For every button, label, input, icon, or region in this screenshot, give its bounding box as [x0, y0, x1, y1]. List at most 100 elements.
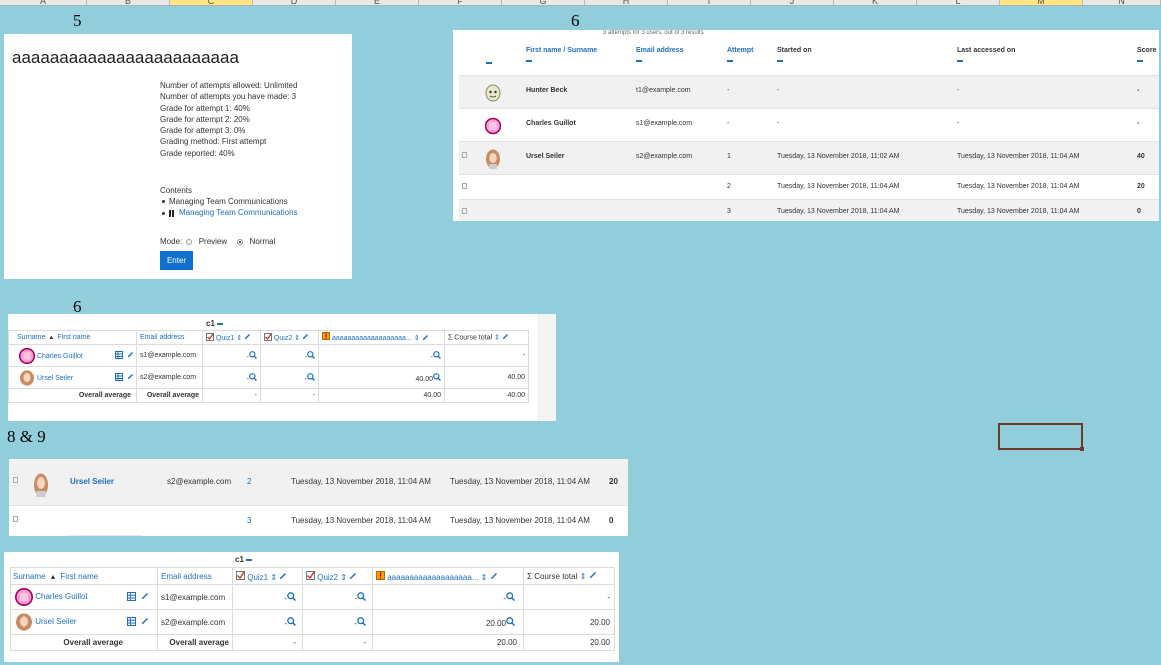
sort-surname[interactable]: Surname	[13, 572, 45, 581]
user-name-link[interactable]: Charles Guillot	[37, 352, 83, 359]
zoom-icon[interactable]	[506, 591, 516, 603]
email-header[interactable]: Email address	[136, 330, 203, 345]
collapse-icon[interactable]	[636, 60, 642, 62]
sort-icon[interactable]: ⇕	[580, 572, 587, 581]
sort-icon[interactable]: ⇕	[294, 334, 300, 341]
attempt-number-link[interactable]: 3	[727, 208, 731, 215]
contents-item-link[interactable]: Managing Team Communications	[162, 207, 298, 218]
grade-cell[interactable]: -	[302, 609, 373, 635]
column-header-d[interactable]: D	[253, 0, 336, 5]
column-header-n[interactable]: N	[1083, 0, 1161, 5]
collapse-icon[interactable]	[1137, 60, 1143, 62]
gradebook-icon[interactable]	[115, 351, 123, 361]
grade-cell[interactable]: -	[372, 584, 524, 610]
row-checkbox[interactable]	[462, 208, 467, 214]
row-checkbox[interactable]	[462, 183, 467, 189]
column-header-c[interactable]: C	[170, 0, 253, 5]
user-name-link[interactable]: Charles Guillot	[35, 592, 87, 601]
user-name-link[interactable]: Hunter Beck	[526, 87, 567, 94]
user-name-link[interactable]: Ursel Seiler	[37, 374, 73, 381]
collapse-icon[interactable]	[245, 558, 252, 561]
grade-cell[interactable]: -	[202, 344, 261, 367]
column-header-e[interactable]: E	[336, 0, 419, 5]
edit-pencil-icon[interactable]	[502, 333, 509, 342]
attempt-number-link[interactable]: 3	[247, 516, 251, 525]
sort-icon[interactable]: ⇕	[494, 334, 500, 341]
mode-normal-radio[interactable]	[237, 238, 244, 245]
sort-icon[interactable]: ⇕	[481, 573, 488, 582]
collapse-icon[interactable]	[777, 60, 783, 62]
column-header-i[interactable]: I	[668, 0, 751, 5]
scrollbar-thumb[interactable]	[69, 535, 142, 536]
grade-cell[interactable]: -	[232, 609, 303, 635]
user-name-link[interactable]: Ursel Seiler	[526, 153, 565, 160]
sort-icon[interactable]: ⇕	[414, 335, 420, 342]
header-name[interactable]: First name / Surname	[526, 47, 597, 54]
column-header-j[interactable]: J	[751, 0, 834, 5]
edit-pencil-icon[interactable]	[244, 333, 251, 342]
column-header-k[interactable]: K	[834, 0, 917, 5]
zoom-icon[interactable]	[249, 372, 257, 383]
sort-firstname[interactable]: First name	[60, 572, 98, 581]
column-header-h[interactable]: H	[585, 0, 668, 5]
sort-icon[interactable]: ⇕	[270, 573, 277, 582]
zoom-icon[interactable]	[506, 616, 516, 628]
column-header-a[interactable]: A	[0, 0, 87, 5]
column-header-l[interactable]: L	[917, 0, 1000, 5]
email-header[interactable]: Email address	[157, 567, 233, 585]
zoom-icon[interactable]	[357, 616, 367, 628]
zoom-icon[interactable]	[249, 350, 257, 361]
edit-pencil-icon[interactable]	[127, 373, 134, 382]
grade-cell[interactable]: -	[302, 584, 373, 610]
sort-surname[interactable]: Surname	[17, 334, 45, 341]
collapse-icon[interactable]	[216, 322, 223, 325]
zoom-icon[interactable]	[307, 372, 315, 383]
user-name-link[interactable]: Ursel Seiler	[35, 617, 76, 626]
user-name-link[interactable]: Charles Guillot	[526, 120, 576, 127]
category-header[interactable]: c1	[206, 319, 223, 328]
zoom-icon[interactable]	[433, 372, 441, 383]
column-header-b[interactable]: B	[87, 0, 170, 5]
mode-preview-radio[interactable]	[186, 238, 193, 245]
sort-icon[interactable]: ⇕	[340, 573, 347, 582]
edit-pencil-icon[interactable]	[490, 572, 498, 582]
quiz2-link[interactable]: Quiz2	[274, 334, 292, 341]
collapse-icon[interactable]	[526, 60, 532, 62]
column-header-g[interactable]: G	[502, 0, 585, 5]
zoom-icon[interactable]	[433, 350, 441, 361]
edit-pencil-icon[interactable]	[141, 592, 149, 602]
row-checkbox[interactable]	[13, 516, 18, 522]
edit-pencil-icon[interactable]	[349, 572, 357, 582]
zoom-icon[interactable]	[287, 591, 297, 603]
collapse-icon[interactable]	[486, 62, 492, 64]
user-name-link[interactable]: Ursel Seiler	[70, 477, 114, 486]
selected-cell[interactable]	[998, 423, 1084, 451]
zoom-icon[interactable]	[357, 591, 367, 603]
column-header-f[interactable]: F	[419, 0, 502, 5]
edit-pencil-icon[interactable]	[589, 572, 597, 581]
attempt-number-link[interactable]: 2	[247, 477, 251, 486]
collapse-icon[interactable]	[727, 60, 733, 62]
row-checkbox[interactable]	[13, 477, 18, 483]
grade-cell[interactable]: 20.00	[372, 609, 524, 635]
quiz1-link[interactable]: Quiz1	[247, 573, 268, 582]
grade-cell[interactable]: -	[260, 344, 319, 367]
gradebook-icon[interactable]	[115, 373, 123, 383]
quiz3-link[interactable]: aaaaaaaaaaaaaaaaaaa...	[332, 335, 412, 342]
column-header-m[interactable]: M	[1000, 0, 1083, 5]
edit-pencil-icon[interactable]	[422, 334, 429, 343]
quiz3-link[interactable]: aaaaaaaaaaaaaaaaaaa...	[387, 573, 478, 582]
header-attempt[interactable]: Attempt	[727, 47, 753, 54]
enter-button[interactable]: Enter	[160, 251, 193, 270]
collapse-icon[interactable]	[957, 60, 963, 62]
edit-pencil-icon[interactable]	[141, 617, 149, 627]
header-email[interactable]: Email address	[636, 47, 683, 54]
edit-pencil-icon[interactable]	[127, 351, 134, 360]
edit-pencil-icon[interactable]	[302, 333, 309, 342]
category-header[interactable]: c1	[235, 555, 252, 564]
grade-cell[interactable]: -	[232, 584, 303, 610]
quiz1-link[interactable]: Quiz1	[216, 334, 234, 341]
grade-cell[interactable]: -	[202, 366, 261, 389]
edit-pencil-icon[interactable]	[279, 572, 287, 582]
gradebook-icon[interactable]	[127, 592, 136, 603]
